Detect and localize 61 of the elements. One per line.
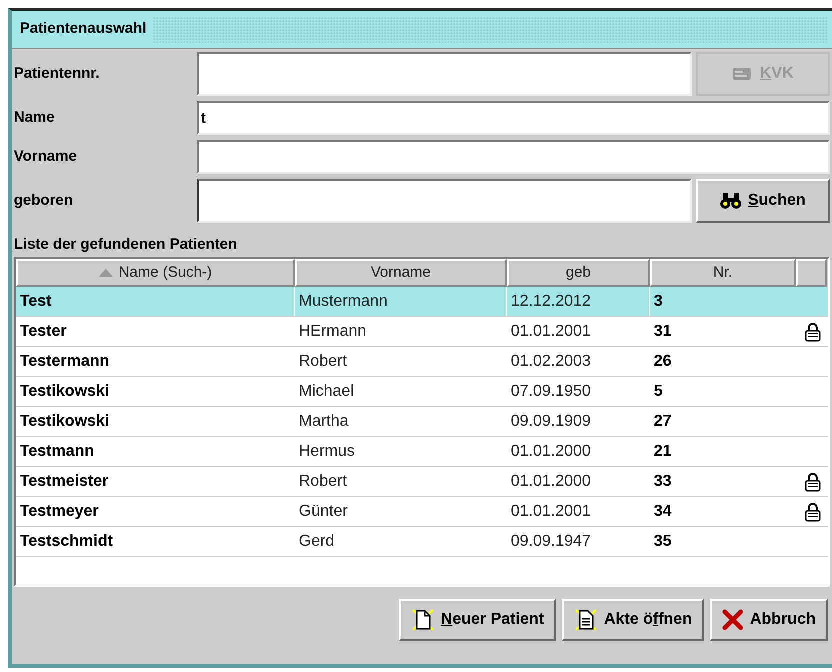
- column-header[interactable]: Name (Such-): [16, 259, 295, 287]
- table-cell-text: Testikowski: [20, 382, 110, 402]
- search-button[interactable]: Suchen: [696, 179, 830, 223]
- table-cell-text: Gerd: [299, 532, 335, 552]
- table-cell-text: Test: [20, 292, 52, 312]
- table-cell-text: 12.12.2012: [511, 292, 592, 312]
- table-cell-text: Testmeister: [20, 472, 109, 492]
- table-cell-text: Robert: [299, 352, 348, 372]
- table-cell-text: Testschmidt: [20, 532, 114, 552]
- table-cell-text: Michael: [299, 382, 354, 402]
- table-cell-text: Testmeyer: [20, 502, 99, 522]
- table-cell-text: 34: [654, 502, 672, 522]
- table-cell-text: 01.02.2003: [511, 352, 592, 372]
- table-cell-text: 01.01.2001: [511, 322, 592, 342]
- table-cell-text: Testermann: [20, 352, 110, 372]
- table-cell-text: 27: [654, 412, 672, 432]
- table-cell-text: Testikowski: [20, 412, 110, 432]
- table-cell-text: 07.09.1950: [511, 382, 592, 402]
- binoculars-icon: [720, 192, 742, 210]
- list-label: Liste der gefundenen Patienten: [13, 235, 238, 255]
- table-cell-text: 01.01.2000: [511, 472, 592, 492]
- field-label: geboren: [13, 190, 74, 211]
- table-cell-text: 01.01.2000: [511, 442, 592, 462]
- input-field[interactable]: [197, 52, 692, 96]
- column-header[interactable]: Vorname: [295, 259, 507, 287]
- input-field[interactable]: [197, 140, 830, 174]
- window-title: Patientenauswahl: [20, 19, 147, 40]
- sort-up-icon: [98, 269, 113, 277]
- document-icon: [574, 608, 598, 632]
- table-cell-text: 5: [654, 382, 663, 402]
- field-label: Patientennr.: [13, 64, 101, 84]
- table-cell-text: 09.09.1947: [511, 532, 592, 552]
- close-icon: [722, 609, 744, 631]
- column-header[interactable]: geb: [507, 259, 650, 287]
- table-cell-text: Tester: [20, 322, 67, 342]
- table-cell-text: Testmann: [20, 442, 94, 462]
- table-cell-text: 26: [654, 352, 672, 372]
- table-cell-text: 09.09.1909: [511, 412, 592, 432]
- new-document-icon: [411, 608, 436, 632]
- field-label: Vorname: [13, 146, 78, 167]
- table-cell-text: Günter: [299, 502, 348, 522]
- table-row[interactable]: Test Mustermann 12.12.2012 3: [16, 287, 828, 317]
- table-cell-text: 33: [654, 472, 672, 492]
- table-cell-text: 21: [654, 442, 672, 462]
- table-cell-text: Hermus: [299, 442, 356, 462]
- table-cell-text: Mustermann: [299, 292, 388, 312]
- table-cell-text: Robert: [299, 472, 348, 492]
- table-cell-text: HErmann: [299, 322, 367, 342]
- column-header[interactable]: Nr.: [650, 259, 796, 287]
- table-cell-text: 3: [654, 292, 663, 312]
- input-field[interactable]: t: [197, 101, 830, 135]
- input-field[interactable]: [197, 179, 692, 223]
- cancel-button[interactable]: Abbruch: [710, 599, 828, 641]
- table-cell-text: 01.01.2001: [511, 502, 592, 522]
- table-cell-text: 35: [654, 532, 672, 552]
- column-header-blank[interactable]: [796, 259, 827, 287]
- open-record-button[interactable]: Akte öffnen: [562, 599, 704, 641]
- new-patient-button[interactable]: Neuer Patient: [399, 599, 556, 641]
- table-cell-text: Martha: [299, 412, 349, 432]
- field-label: Name: [13, 108, 56, 128]
- table-cell-text: 31: [654, 322, 672, 342]
